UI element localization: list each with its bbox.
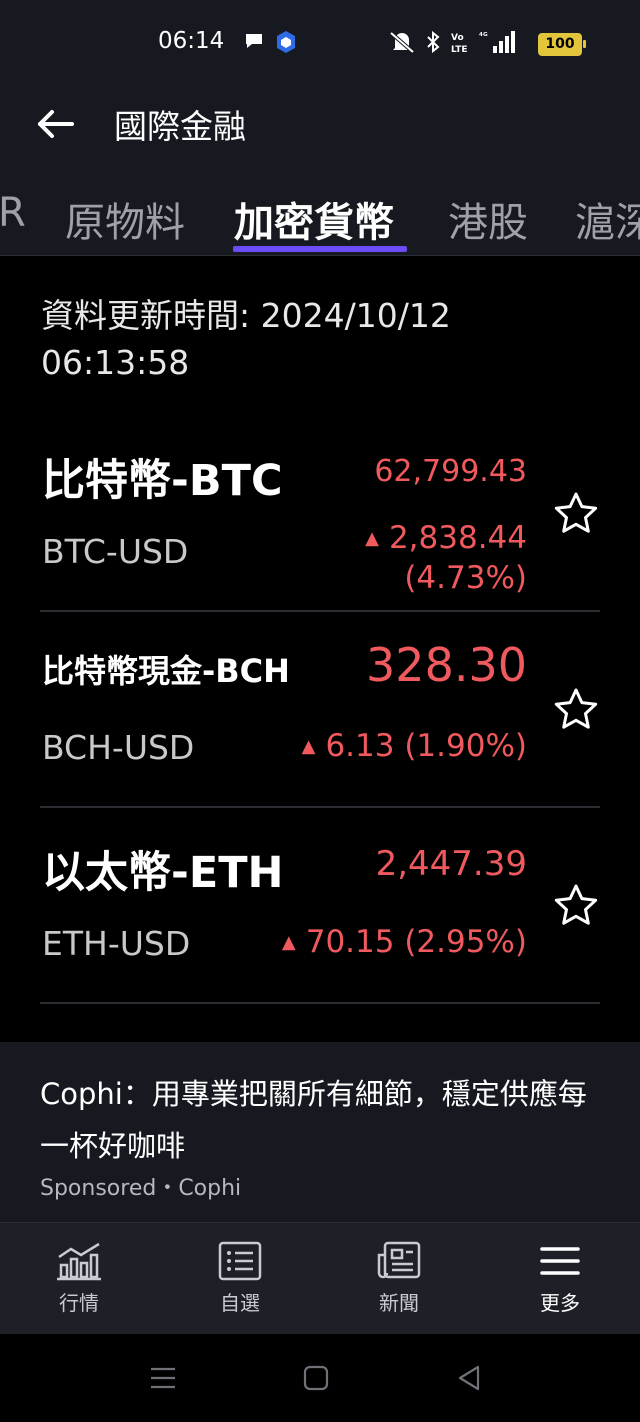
sponsored-ad[interactable]: Cophi：用專業把關所有細節，穩定供應每一杯好咖啡 Sponsored・Cop… [0,1042,640,1222]
ad-text: Cophi：用專業把關所有細節，穩定供應每一杯好咖啡 [40,1077,587,1163]
nav-more[interactable]: 更多 [510,1241,610,1316]
news-icon [377,1241,421,1279]
star-icon[interactable] [552,882,600,930]
tab-commodities[interactable]: 原物料 [65,190,185,248]
bottom-nav: 行情 自選 新聞 更多 [0,1222,640,1335]
quote-symbol: BCH-USD [42,728,195,767]
menu-icon [540,1247,580,1275]
tab-hk-stocks[interactable]: 港股 [448,190,528,248]
nav-watchlist[interactable]: 自選 [190,1241,290,1316]
ad-sponsor-label: Sponsored・Cophi [40,1176,242,1201]
nav-news[interactable]: 新聞 [349,1241,449,1316]
quote-row-bch[interactable]: 比特幣現金-BCH BCH-USD 328.30 ▲ 6.13 (1.90%) [40,610,600,808]
mute-icon [389,31,415,54]
quote-row-btc[interactable]: 比特幣-BTC BTC-USD 62,799.43 ▲ 2,838.44 (4.7… [40,414,600,612]
quote-symbol: ETH-USD [42,924,191,963]
quote-name: 比特幣-BTC [42,456,283,506]
quote-change: ▲ 2,838.44 [365,520,527,556]
tab-crypto[interactable]: 加密貨幣 [234,190,394,248]
quote-name: 以太幣-ETH [42,848,284,898]
quote-change: ▲ 70.15 (2.95%) [281,924,527,960]
active-tab-indicator [233,246,407,252]
quote-price: 62,799.43 [374,454,527,489]
svg-text:⁴ᴳ: ⁴ᴳ [479,32,488,42]
quote-row-eth[interactable]: 以太幣-ETH ETH-USD 2,447.39 ▲ 70.15 (2.95%) [40,806,600,1004]
battery-indicator: 100 [538,33,586,56]
volte-icon: Vo LTE [451,33,468,54]
chat-bubble-icon [246,34,262,48]
svg-text:Vo: Vo [451,33,464,43]
up-triangle-icon: ▲ [365,528,379,549]
signal-4g-icon: ⁴ᴳ [479,31,515,53]
update-timestamp: 資料更新時間: 2024/10/12 06:13:58 [41,296,451,382]
up-triangle-icon: ▲ [301,736,316,757]
bluetooth-icon [427,30,440,54]
quote-change: ▲ 6.13 (1.90%) [301,728,527,764]
quote-symbol: BTC-USD [42,532,189,571]
svg-text:LTE: LTE [451,45,468,54]
chart-icon [57,1242,101,1281]
up-triangle-icon: ▲ [281,932,296,953]
status-bar: 06:14 Vo LTE ⁴ᴳ 100 [0,0,640,86]
star-icon[interactable] [552,490,600,538]
page-title: 國際金融 [114,107,246,146]
list-icon [218,1241,262,1281]
home-icon[interactable] [303,1365,329,1391]
app-shield-icon [277,31,295,53]
tab-shanghai-shenzhen[interactable]: 滬深 [575,190,640,248]
status-time: 06:14 [158,28,225,54]
quote-change-pct: (4.73%) [404,560,527,596]
quote-price: 328.30 [366,638,527,692]
tab-partial-left[interactable]: R [0,190,26,236]
recent-apps-icon[interactable] [149,1364,177,1392]
star-icon[interactable] [552,686,600,734]
quote-name: 比特幣現金-BCH [42,652,290,690]
category-tabs: R 原物料 加密貨幣 港股 滬深 [0,170,640,256]
nav-market[interactable]: 行情 [29,1241,129,1316]
arrow-left-icon[interactable] [34,102,78,146]
app-header: 國際金融 [0,86,640,170]
system-nav-bar [0,1334,640,1422]
quote-price: 2,447.39 [375,844,527,884]
back-nav-icon[interactable] [456,1364,482,1392]
